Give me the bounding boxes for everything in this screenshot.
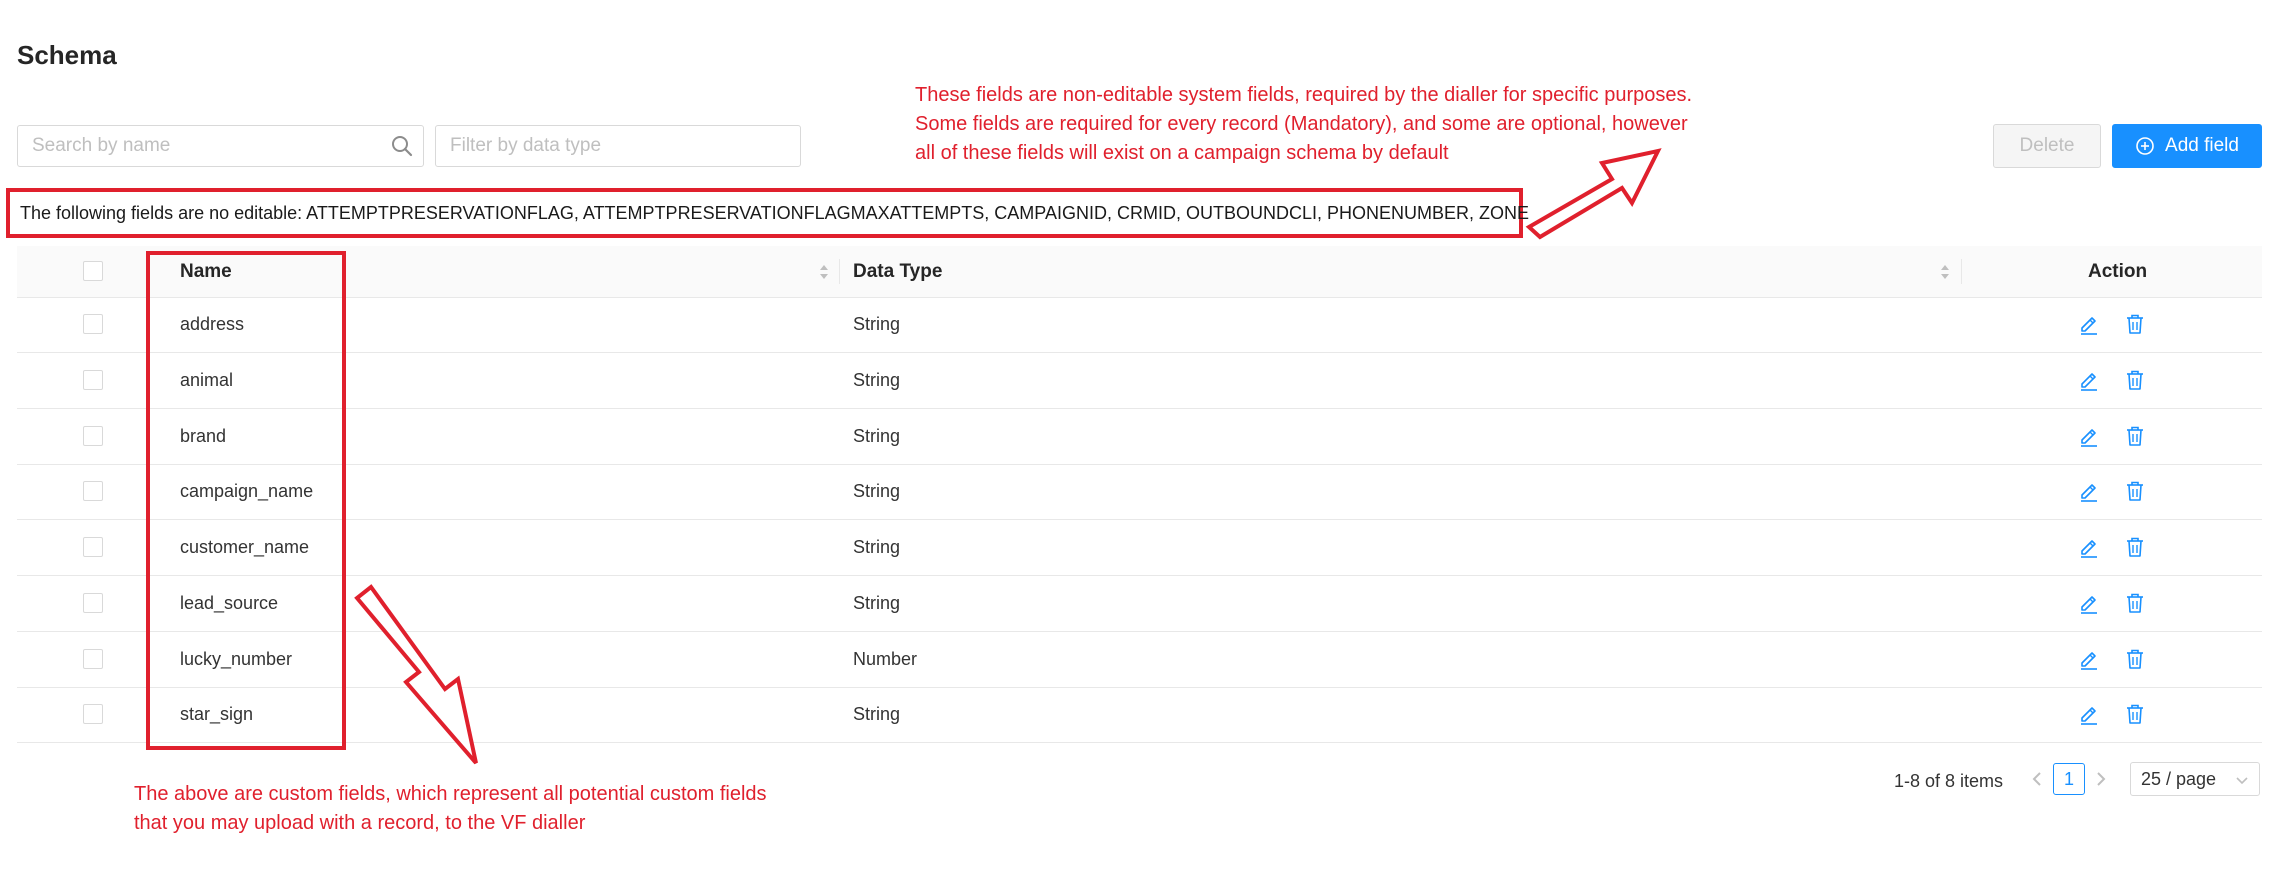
sort-icon[interactable] (1939, 263, 1951, 281)
search-icon[interactable] (390, 134, 414, 158)
column-header-data-type[interactable]: Data Type (853, 246, 942, 297)
search-input[interactable] (17, 125, 424, 167)
edit-icon[interactable] (2078, 592, 2100, 614)
custom-fields-annotation: The above are custom fields, which repre… (134, 780, 767, 838)
chevron-down-icon (2236, 777, 2248, 785)
row-checkbox[interactable] (83, 426, 103, 446)
row-checkbox[interactable] (83, 704, 103, 724)
sort-icon[interactable] (818, 263, 830, 281)
edit-icon[interactable] (2078, 480, 2100, 502)
page-size-value: 25 / page (2141, 768, 2217, 789)
field-name: star_sign (180, 704, 254, 724)
table-row: customer_name String (17, 520, 2262, 576)
table-row: brand String (17, 409, 2262, 465)
notice-text: The following fields are no editable: AT… (20, 202, 1529, 223)
delete-icon[interactable] (2124, 648, 2146, 670)
chevron-right-icon[interactable] (2085, 763, 2117, 795)
column-separator (839, 259, 840, 284)
delete-icon[interactable] (2124, 425, 2146, 447)
annotation-line: The above are custom fields, which repre… (134, 783, 767, 805)
field-data-type: String (853, 426, 901, 446)
field-data-type: String (853, 370, 901, 390)
table-row: campaign_name String (17, 464, 2262, 520)
row-checkbox[interactable] (83, 593, 103, 613)
delete-icon[interactable] (2124, 313, 2146, 335)
search-box (17, 125, 424, 167)
annotation-line: all of these fields will exist on a camp… (915, 142, 1449, 164)
table-row: lead_source String (17, 576, 2262, 632)
plus-circle-icon (2136, 137, 2154, 155)
field-name: brand (180, 426, 227, 446)
chevron-left-icon[interactable] (2021, 763, 2053, 795)
pagination-summary: 1-8 of 8 items (1894, 770, 2004, 791)
delete-icon[interactable] (2124, 369, 2146, 391)
field-data-type: String (853, 481, 901, 501)
table-row: lucky_number Number (17, 632, 2262, 688)
field-name: animal (180, 370, 234, 390)
table-row: animal String (17, 353, 2262, 409)
field-name: lucky_number (180, 649, 293, 669)
field-data-type: String (853, 537, 901, 557)
annotation-line: These fields are non-editable system fie… (915, 84, 1693, 106)
add-field-button[interactable]: Add field (2112, 124, 2262, 168)
field-name: address (180, 314, 245, 334)
edit-icon[interactable] (2078, 648, 2100, 670)
pagination-page-1[interactable]: 1 (2053, 763, 2085, 795)
row-checkbox[interactable] (83, 314, 103, 334)
edit-icon[interactable] (2078, 425, 2100, 447)
row-checkbox[interactable] (83, 370, 103, 390)
column-separator (1961, 259, 1962, 284)
page-size-select[interactable]: 25 / page (2130, 762, 2260, 796)
field-name: lead_source (180, 593, 279, 613)
filter-input[interactable] (435, 125, 801, 167)
field-data-type: String (853, 593, 901, 613)
annotation-line: that you may upload with a record, to th… (134, 812, 586, 834)
edit-icon[interactable] (2078, 536, 2100, 558)
field-data-type: Number (853, 649, 918, 669)
edit-icon[interactable] (2078, 703, 2100, 725)
field-name: campaign_name (180, 481, 314, 501)
non-editable-fields-notice: The following fields are no editable: AT… (6, 188, 1529, 238)
delete-icon[interactable] (2124, 592, 2146, 614)
delete-icon[interactable] (2124, 536, 2146, 558)
annotation-line: Some fields are required for every recor… (915, 113, 1688, 135)
column-header-action: Action (2088, 260, 2148, 282)
row-checkbox[interactable] (83, 481, 103, 501)
page-title: Schema (17, 40, 117, 70)
table-row: star_sign String (17, 687, 2262, 743)
delete-icon[interactable] (2124, 480, 2146, 502)
select-all-checkbox[interactable] (83, 261, 103, 281)
delete-button-label: Delete (2019, 135, 2075, 156)
row-checkbox[interactable] (83, 537, 103, 557)
delete-button[interactable]: Delete (1993, 124, 2101, 168)
edit-icon[interactable] (2078, 369, 2100, 391)
field-data-type: String (853, 704, 901, 724)
add-field-label: Add field (2165, 135, 2239, 156)
column-header-name[interactable]: Name (180, 246, 232, 297)
edit-icon[interactable] (2078, 313, 2100, 335)
row-checkbox[interactable] (83, 649, 103, 669)
system-fields-annotation: These fields are non-editable system fie… (915, 81, 1692, 168)
table-header: Name Data Type Action (17, 246, 2262, 298)
table-row: address String (17, 297, 2262, 353)
delete-icon[interactable] (2124, 703, 2146, 725)
field-data-type: String (853, 314, 901, 334)
field-name: customer_name (180, 537, 310, 557)
